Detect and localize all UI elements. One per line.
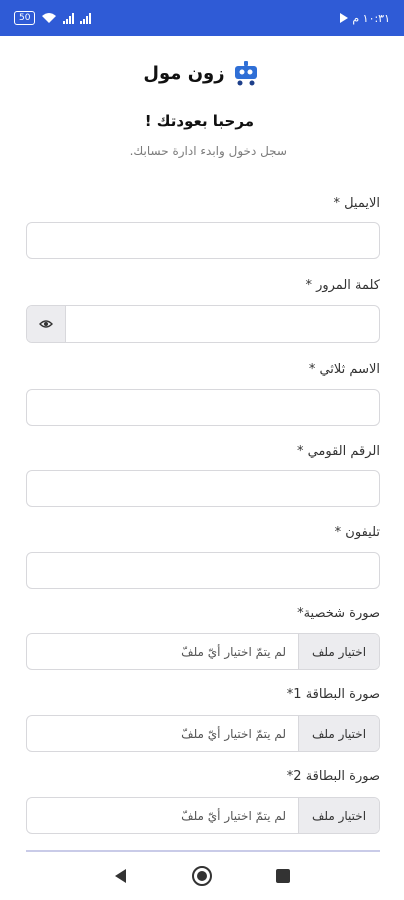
email-label: الايميل * [333,196,380,211]
back-button[interactable] [109,864,133,888]
robot-cart-logo-icon [234,61,257,86]
welcome-subtitle: سجل دخول وابدء ادارة حسابك. [129,144,287,158]
card2-file-status: لم يتمّ اختيار أيّ ملفّ [181,808,286,823]
profile-photo-choose-button[interactable]: اختيار ملف [298,634,379,669]
toggle-password-button[interactable] [27,306,66,342]
fullname-field[interactable] [26,389,380,426]
profile-photo-label: صورة شخصية* [297,606,380,621]
national-id-label: الرقم القومي * [296,444,380,459]
home-circle-icon [191,866,212,886]
card2-file-input: اختيار ملف لم يتمّ اختيار أيّ ملفّ [26,797,380,834]
email-field[interactable] [26,222,380,259]
national-id-field[interactable] [26,470,380,507]
home-button[interactable] [190,864,214,888]
card1-label: صورة البطاقة 1* [286,687,380,702]
phone-field[interactable] [26,552,380,589]
battery-icon: 50 [14,11,36,25]
signal-icon-2 [80,12,92,24]
phone-label: تليفون * [334,525,380,540]
recents-square-icon [276,869,291,883]
password-field[interactable] [66,306,379,342]
status-icons: 50 [14,11,92,25]
wifi-icon [42,13,57,23]
recents-button[interactable] [271,864,295,888]
card2-choose-button[interactable]: اختيار ملف [298,798,379,833]
brand-logo: زون مول [0,60,404,86]
fullname-label: الاسم ثلاثي * [308,362,380,377]
card1-choose-button[interactable]: اختيار ملف [298,716,379,751]
password-field-group [26,305,380,343]
card1-file-status: لم يتمّ اختيار أيّ ملفّ [181,726,286,741]
back-triangle-icon [114,869,126,883]
password-label: كلمة المرور * [305,278,380,293]
welcome-heading: مرحبا بعودتك ! [144,112,254,130]
profile-photo-file-input: اختيار ملف لم يتمّ اختيار أيّ ملفّ [26,633,380,670]
status-bar: 50 ١٠:٣١ م [0,0,404,36]
profile-photo-file-status: لم يتمّ اختيار أيّ ملفّ [181,644,286,659]
brand-name: زون مول [143,62,225,84]
clock: ١٠:٣١ م [352,11,390,25]
signal-icon [63,12,75,24]
card1-file-input: اختيار ملف لم يتمّ اختيار أيّ ملفّ [26,715,380,752]
system-nav-bar [0,852,404,900]
status-time-area: ١٠:٣١ م [340,12,390,25]
play-store-icon [340,13,349,23]
eye-icon [39,320,53,328]
card2-label: صورة البطاقة 2* [286,769,380,784]
